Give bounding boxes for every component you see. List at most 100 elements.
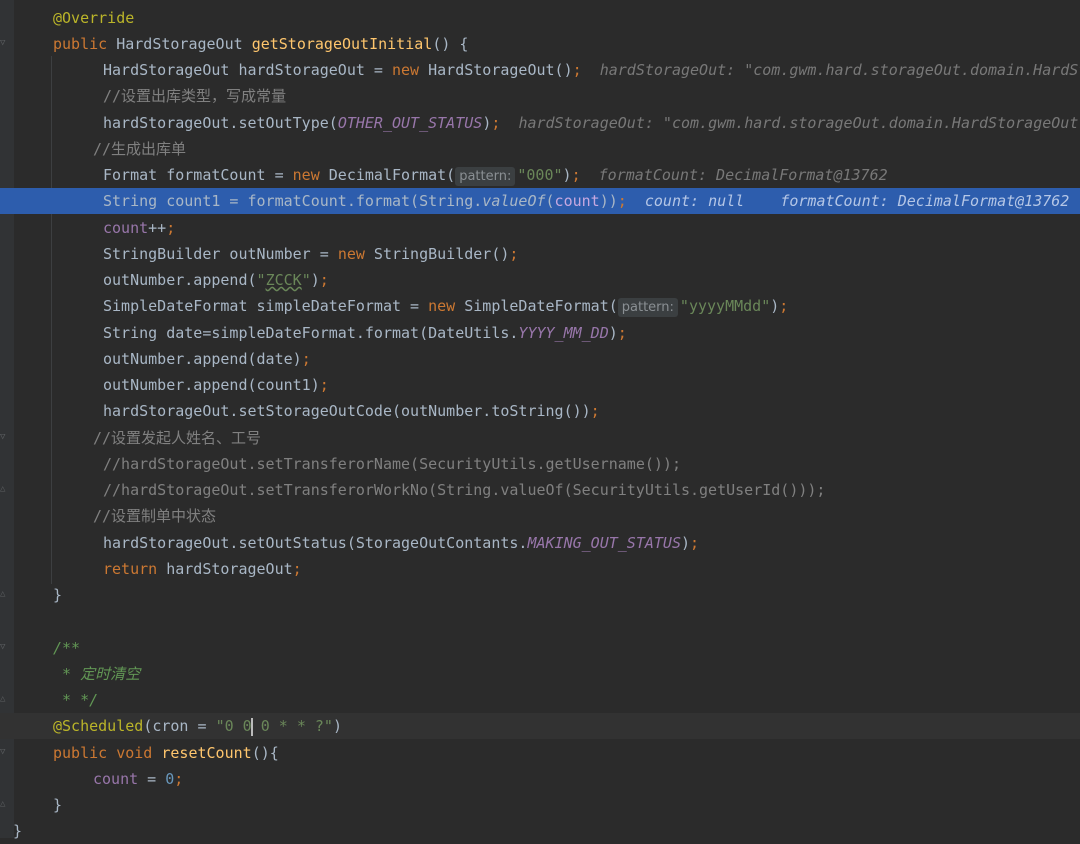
- code-text: DecimalFormat(: [319, 166, 456, 184]
- static-method: valueOf: [482, 192, 546, 210]
- keyword: void: [116, 744, 153, 762]
- code-line[interactable]: ▽ public void resetCount(){: [0, 740, 1080, 766]
- keyword: new: [337, 245, 365, 263]
- fold-marker-icon[interactable]: ▽: [0, 38, 8, 49]
- field: count: [93, 770, 139, 788]
- code-line[interactable]: SimpleDateFormat simpleDateFormat = new …: [0, 293, 1080, 319]
- code-text: StringBuilder(): [364, 245, 510, 263]
- keyword: new: [292, 166, 320, 184]
- code-line[interactable]: outNumber.append(date);: [0, 346, 1080, 372]
- string-quote: ": [301, 271, 311, 289]
- code-line[interactable]: ▽ //设置发起人姓名、工号: [0, 425, 1080, 451]
- code-line[interactable]: hardStorageOut.setOutType(OTHER_OUT_STAT…: [0, 110, 1080, 136]
- comment: //设置发起人姓名、工号: [93, 429, 262, 447]
- code-line[interactable]: //设置制单中状态: [0, 503, 1080, 529]
- doc-comment: * */: [53, 691, 99, 709]
- code-line[interactable]: △ }: [0, 792, 1080, 818]
- constant: MAKING_OUT_STATUS: [527, 534, 681, 552]
- code-line[interactable]: @Override: [0, 5, 1080, 31]
- code-line[interactable]: }: [0, 818, 1080, 844]
- code-text: ): [770, 297, 780, 315]
- comment: //设置制单中状态: [93, 507, 217, 525]
- code-line[interactable]: StringBuilder outNumber = new StringBuil…: [0, 241, 1080, 267]
- keyword: public: [53, 35, 108, 53]
- code-text: hardStorageOut: [157, 560, 293, 578]
- code-text: (cron =: [143, 717, 216, 735]
- fold-marker-icon[interactable]: ▽: [0, 747, 8, 758]
- method-name: getStorageOutInitial: [251, 35, 433, 53]
- code-text: ): [482, 114, 492, 132]
- code-text: outNumber.append(count1): [103, 376, 320, 394]
- caret-line[interactable]: @Scheduled(cron = "0 0 0 * * ?"): [0, 713, 1080, 739]
- code-editor[interactable]: @Override ▽ public HardStorageOut getSto…: [0, 0, 1080, 840]
- code-text: String date=simpleDateFormat.format(Date…: [103, 324, 519, 342]
- code-line[interactable]: ▽ public HardStorageOut getStorageOutIni…: [0, 31, 1080, 57]
- fold-marker-icon[interactable]: △: [0, 589, 8, 600]
- code-text: ): [680, 534, 691, 552]
- keyword: return: [103, 560, 158, 578]
- code-text: outNumber.append(: [103, 271, 257, 289]
- code-text: (: [545, 192, 555, 210]
- closing-brace: }: [53, 796, 63, 814]
- string-literal: "0 0: [215, 717, 252, 735]
- code-line[interactable]: //生成出库单: [0, 136, 1080, 162]
- closing-brace: }: [13, 822, 23, 840]
- execution-point-line[interactable]: String count1 = formatCount.format(Strin…: [0, 188, 1080, 214]
- comment: //设置出库类型，写成常量: [103, 87, 287, 105]
- code-line[interactable]: △ }: [0, 582, 1080, 608]
- code-text: ): [310, 271, 320, 289]
- fold-marker-icon[interactable]: △: [0, 694, 8, 705]
- string-quote: ": [256, 271, 266, 289]
- fold-marker-icon[interactable]: △: [0, 484, 8, 495]
- code-line[interactable]: count = 0;: [0, 766, 1080, 792]
- semicolon: ;: [319, 376, 329, 394]
- code-line[interactable]: String date=simpleDateFormat.format(Date…: [0, 320, 1080, 346]
- inline-debug-value: count: null: [644, 192, 745, 210]
- code-line[interactable]: Format formatCount = new DecimalFormat(p…: [0, 162, 1080, 188]
- semicolon: ;: [779, 297, 789, 315]
- code-text: SimpleDateFormat simpleDateFormat =: [103, 297, 429, 315]
- closing-brace: }: [53, 586, 63, 604]
- semicolon: ;: [292, 560, 302, 578]
- code-text: outNumber.append(date): [103, 350, 302, 368]
- code-text: Format formatCount =: [103, 166, 293, 184]
- code-line[interactable]: △ //hardStorageOut.setTransferorWorkNo(S…: [0, 477, 1080, 503]
- code-line[interactable]: outNumber.append("ZCCK");: [0, 267, 1080, 293]
- string-literal: "yyyyMMdd": [679, 297, 771, 315]
- code-line[interactable]: hardStorageOut.setOutStatus(StorageOutCo…: [0, 530, 1080, 556]
- comment: //hardStorageOut.setTransferorWorkNo(Str…: [103, 481, 826, 499]
- code-line[interactable]: count++;: [0, 215, 1080, 241]
- code-line[interactable]: return hardStorageOut;: [0, 556, 1080, 582]
- code-text: (){: [251, 744, 279, 762]
- code-text: HardStorageOut hardStorageOut =: [103, 61, 392, 79]
- fold-marker-icon[interactable]: △: [0, 799, 8, 810]
- semicolon: ;: [590, 402, 600, 420]
- doc-comment: * 定时清空: [53, 665, 141, 683]
- constant: OTHER_OUT_STATUS: [337, 114, 483, 132]
- code-line[interactable]: //hardStorageOut.setTransferorName(Secur…: [0, 451, 1080, 477]
- code-line[interactable]: hardStorageOut.setStorageOutCode(outNumb…: [0, 398, 1080, 424]
- number-literal: 0: [165, 770, 175, 788]
- code-text: () {: [432, 35, 469, 53]
- fold-marker-icon[interactable]: ▽: [0, 432, 8, 443]
- code-line[interactable]: outNumber.append(count1);: [0, 372, 1080, 398]
- code-text: ): [562, 166, 572, 184]
- fold-marker-icon[interactable]: ▽: [0, 642, 8, 653]
- code-text: HardStorageOut(): [419, 61, 573, 79]
- semicolon: ;: [319, 271, 329, 289]
- code-line[interactable]: △ * */: [0, 687, 1080, 713]
- return-type: HardStorageOut: [116, 35, 243, 53]
- code-line[interactable]: HardStorageOut hardStorageOut = new Hard…: [0, 57, 1080, 83]
- code-line[interactable]: //设置出库类型，写成常量: [0, 83, 1080, 109]
- parameter-hint: pattern:: [455, 167, 516, 186]
- code-text: ): [332, 717, 342, 735]
- string-literal: "000": [517, 166, 563, 184]
- keyword: new: [428, 297, 456, 315]
- code-text: hardStorageOut.setOutType(: [103, 114, 338, 132]
- code-line[interactable]: ▽ /**: [0, 635, 1080, 661]
- code-line[interactable]: * 定时清空: [0, 661, 1080, 687]
- semicolon: ;: [174, 770, 184, 788]
- field: count: [103, 219, 149, 237]
- inline-debug-value: formatCount: DecimalFormat@13762: [780, 192, 1070, 210]
- semicolon: ;: [571, 166, 581, 184]
